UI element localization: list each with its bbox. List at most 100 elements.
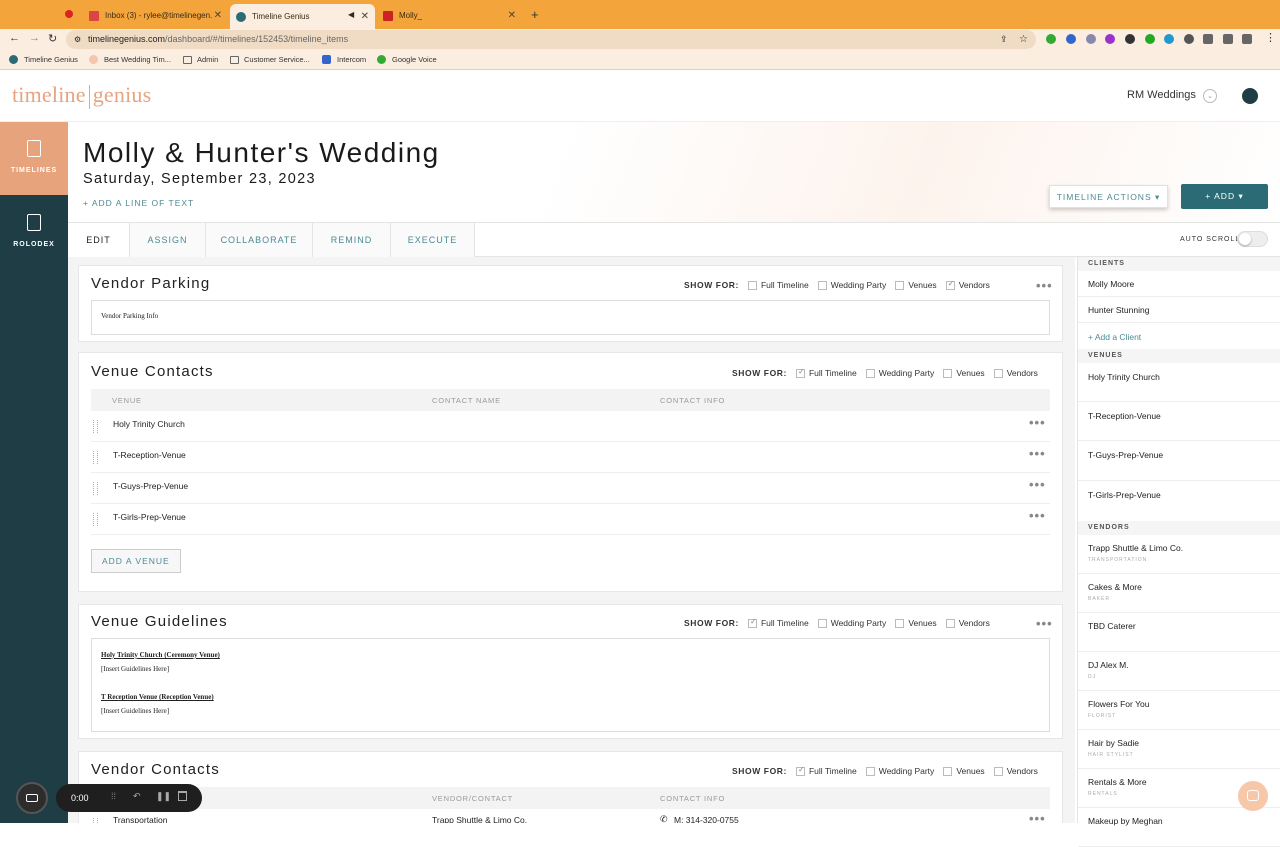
close-tab-icon[interactable]: ✕	[361, 11, 369, 22]
checkbox-vendors[interactable]: Vendors	[993, 368, 1038, 378]
add-button[interactable]: + ADD ▾	[1181, 184, 1268, 209]
tab-assign[interactable]: ASSIGN	[130, 223, 206, 257]
page-title[interactable]: Molly & Hunter's Wedding	[83, 137, 440, 169]
venue-item[interactable]: T-Reception-Venue	[1078, 402, 1280, 441]
vendor-item[interactable]: Flowers For You FLORIST	[1078, 691, 1280, 730]
venue-item[interactable]: Holy Trinity Church	[1078, 363, 1280, 402]
site-info-icon[interactable]: ⚙	[74, 30, 81, 49]
more-options-icon[interactable]: •••	[1029, 508, 1046, 523]
drag-grip-icon[interactable]: ⁞⁞	[111, 791, 116, 801]
section-title[interactable]: Vendor Parking	[91, 275, 210, 292]
vendor-item[interactable]: DJ Alex M. DJ	[1078, 652, 1280, 691]
more-options-icon[interactable]: •••	[1029, 811, 1046, 823]
checkbox-vendors[interactable]: Vendors	[945, 618, 990, 628]
tab-molly[interactable]: Molly_ ✕	[377, 5, 522, 26]
timeline-actions-button[interactable]: TIMELINE ACTIONS ▾	[1049, 185, 1168, 208]
checkbox-full-timeline[interactable]: Full Timeline	[795, 765, 857, 776]
rich-text-content[interactable]: Holy Trinity Church (Ceremony Venue) [In…	[91, 638, 1050, 732]
table-row[interactable]: T-Guys-Prep-Venue •••	[91, 473, 1050, 504]
extension-grid-icon[interactable]	[1086, 34, 1096, 44]
checkbox-venues[interactable]: Venues	[895, 618, 937, 628]
checkbox-vendors[interactable]: Vendors	[945, 279, 990, 290]
auto-scroll-toggle[interactable]	[1237, 231, 1268, 247]
extension-phone-icon[interactable]	[1046, 34, 1056, 44]
venue-item[interactable]: T-Girls-Prep-Venue	[1078, 481, 1280, 521]
puzzle-icon[interactable]	[1203, 34, 1213, 44]
vendor-item[interactable]: Trapp Shuttle & Limo Co. TRANSPORTATION	[1078, 535, 1280, 574]
more-options-icon[interactable]: •••	[1029, 415, 1046, 430]
drag-handle-icon[interactable]	[93, 420, 98, 433]
drag-handle-icon[interactable]	[93, 818, 98, 823]
extension-purple-icon[interactable]	[1105, 34, 1115, 44]
vendor-item[interactable]: TBD Caterer	[1078, 613, 1280, 652]
section-title[interactable]: Venue Guidelines	[91, 613, 228, 630]
checkbox-full-timeline[interactable]: Full Timeline	[747, 280, 809, 290]
bookmark-timeline-genius[interactable]: Timeline Genius	[9, 55, 78, 64]
tab-remind[interactable]: REMIND	[313, 223, 391, 257]
checkbox-wedding-party[interactable]: Wedding Party	[865, 766, 934, 776]
table-row[interactable]: Transportation Trapp Shuttle & Limo Co. …	[91, 809, 1050, 823]
more-options-icon[interactable]: •••	[1036, 278, 1053, 293]
sidebar-item-timelines[interactable]: TIMELINES	[0, 122, 68, 195]
drag-handle-icon[interactable]	[93, 513, 98, 526]
pause-icon[interactable]: ❚❚	[156, 791, 171, 802]
client-item[interactable]: Hunter Stunning	[1078, 297, 1280, 323]
bookmark-intercom[interactable]: Intercom	[322, 55, 366, 64]
help-chat-icon[interactable]	[1242, 88, 1258, 104]
checkbox-wedding-party[interactable]: Wedding Party	[817, 618, 886, 628]
new-tab-icon[interactable]: +	[531, 7, 539, 22]
drag-handle-icon[interactable]	[93, 451, 98, 464]
extension-arrow-icon[interactable]	[1184, 34, 1194, 44]
venue-item[interactable]: T-Guys-Prep-Venue	[1078, 441, 1280, 481]
vendor-phone[interactable]: M: 314-320-0755	[674, 815, 739, 823]
add-line-of-text-link[interactable]: + ADD A LINE OF TEXT	[83, 198, 194, 208]
extension-dark-icon[interactable]	[1125, 34, 1135, 44]
vendor-item[interactable]: Cakes & More BAKER	[1078, 574, 1280, 613]
menu-kebab-icon[interactable]: ⋮	[1265, 31, 1276, 44]
sidebar-item-rolodex[interactable]: ROLODEX	[0, 210, 68, 260]
camera-record-button[interactable]	[16, 782, 48, 814]
drag-handle-icon[interactable]	[93, 482, 98, 495]
checkbox-vendors[interactable]: Vendors	[993, 766, 1038, 776]
close-tab-icon[interactable]: ✕	[508, 10, 516, 21]
add-venue-button[interactable]: ADD A VENUE	[91, 549, 181, 573]
reload-icon[interactable]: ↻	[48, 32, 57, 45]
download-icon[interactable]	[1223, 34, 1233, 44]
rich-text-content[interactable]: Vendor Parking Info	[91, 300, 1050, 335]
share-icon[interactable]: ⇪	[1000, 30, 1008, 49]
checkbox-full-timeline[interactable]: Full Timeline	[747, 617, 809, 628]
back-icon[interactable]: ←	[9, 32, 20, 44]
chevron-down-icon[interactable]: ⌄	[1203, 89, 1217, 103]
checkbox-venues[interactable]: Venues	[943, 766, 985, 776]
bookmark-star-icon[interactable]: ☆	[1019, 30, 1028, 49]
checkbox-wedding-party[interactable]: Wedding Party	[865, 368, 934, 378]
audio-icon[interactable]: ◀︎	[348, 10, 354, 19]
section-title[interactable]: Venue Contacts	[91, 363, 214, 380]
extension-chrome-icon[interactable]	[1066, 34, 1076, 44]
checkbox-venues[interactable]: Venues	[943, 368, 985, 378]
checkbox-wedding-party[interactable]: Wedding Party	[817, 280, 886, 290]
checkbox-venues[interactable]: Venues	[895, 280, 937, 290]
vendor-item[interactable]: Hair by Sadie HAIR STYLIST	[1078, 730, 1280, 769]
more-options-icon[interactable]: •••	[1029, 477, 1046, 492]
tab-collaborate[interactable]: COLLABORATE	[206, 223, 313, 257]
address-bar[interactable]: ⚙ timelinegenius.com/dashboard/#/timelin…	[66, 30, 1036, 49]
extension-play-icon[interactable]	[1145, 34, 1155, 44]
bookmark-customer-service[interactable]: Customer Service...	[230, 55, 310, 64]
bookmark-admin[interactable]: Admin	[183, 55, 218, 64]
client-item[interactable]: Molly Moore	[1078, 271, 1280, 297]
table-row[interactable]: T-Reception-Venue •••	[91, 442, 1050, 473]
tab-timeline-genius[interactable]: Timeline Genius ◀︎ ✕	[230, 4, 375, 29]
company-name[interactable]: RM Weddings	[1127, 89, 1196, 101]
trash-icon[interactable]	[178, 791, 187, 801]
more-options-icon[interactable]: •••	[1036, 616, 1053, 631]
tab-execute[interactable]: EXECUTE	[391, 223, 475, 257]
section-title[interactable]: Vendor Contacts	[91, 761, 220, 778]
extension-v-icon[interactable]	[1164, 34, 1174, 44]
table-row[interactable]: T-Girls-Prep-Venue •••	[91, 504, 1050, 535]
vendor-item[interactable]: Makeup by Meghan	[1078, 808, 1280, 847]
forward-icon[interactable]: →	[29, 32, 40, 44]
sidepanel-icon[interactable]	[1242, 34, 1252, 44]
bookmark-best-wedding[interactable]: Best Wedding Tim...	[89, 55, 171, 64]
undo-icon[interactable]: ↶	[133, 791, 141, 802]
